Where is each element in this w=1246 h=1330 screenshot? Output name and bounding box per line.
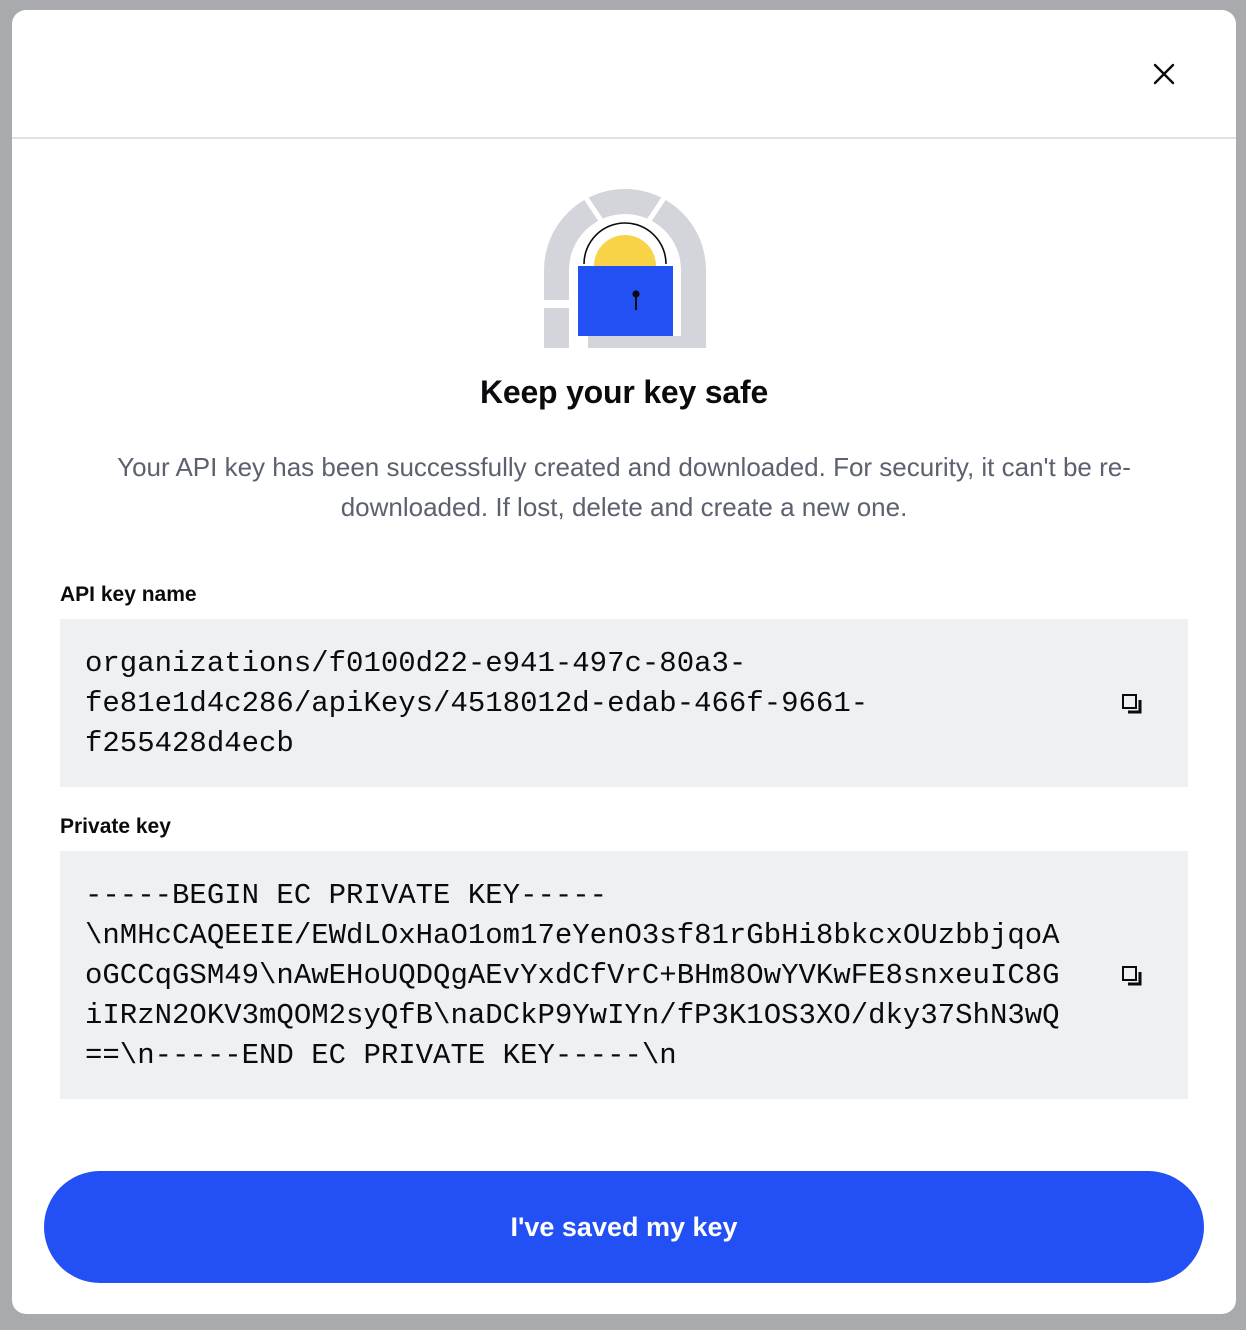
api-key-name-line: fe81e1d4c286/apiKeys/4518012d-edab-466f-… — [85, 687, 869, 720]
api-key-name-value: organizations/f0100d22-e941-497c-80a3- fe… — [85, 644, 868, 764]
private-key-line: iIRzN2OKV3mQOM2syQfB\naDCkP9YwIYn/fP3K1O… — [85, 999, 1060, 1032]
private-key-field: -----BEGIN EC PRIVATE KEY----- \nMHcCAQEE… — [60, 851, 1188, 1099]
api-key-name-line: organizations/f0100d22-e941-497c-80a3- — [85, 647, 747, 680]
copy-private-key-button[interactable] — [1117, 961, 1147, 991]
close-button[interactable] — [1148, 58, 1180, 90]
private-key-line: \nMHcCAQEEIE/EWdLOxHaO1om17eYenO3sf81rGb… — [85, 919, 1060, 952]
dialog-header — [12, 10, 1236, 139]
dialog-title: Keep your key safe — [479, 374, 769, 410]
private-key-line: -----BEGIN EC PRIVATE KEY----- — [85, 879, 608, 912]
dialog-description: Your API key has been successfully creat… — [117, 452, 1131, 522]
private-key-line: oGCCqGSM49\nAwEHoUQDQgAEvYxdCfVrC+BHm8Ow… — [85, 959, 1060, 992]
copy-api-key-name-button[interactable] — [1117, 689, 1147, 719]
copy-icon — [1122, 966, 1142, 986]
saved-key-button[interactable]: I've saved my key — [44, 1171, 1204, 1283]
api-key-name-label: API key name — [60, 583, 197, 606]
private-key-label: Private key — [60, 815, 171, 838]
copy-icon — [1122, 694, 1142, 714]
api-key-name-line: f255428d4ecb — [85, 727, 294, 760]
private-key-value: -----BEGIN EC PRIVATE KEY----- \nMHcCAQEE… — [85, 876, 1060, 1076]
api-key-name-field: organizations/f0100d22-e941-497c-80a3- fe… — [60, 619, 1188, 787]
close-icon — [1153, 63, 1175, 85]
padlock-illustration — [544, 189, 706, 348]
private-key-line: ==\n-----END EC PRIVATE KEY-----\n — [85, 1039, 677, 1072]
save-key-dialog: Keep your key safe Your API key has been… — [12, 10, 1236, 1314]
